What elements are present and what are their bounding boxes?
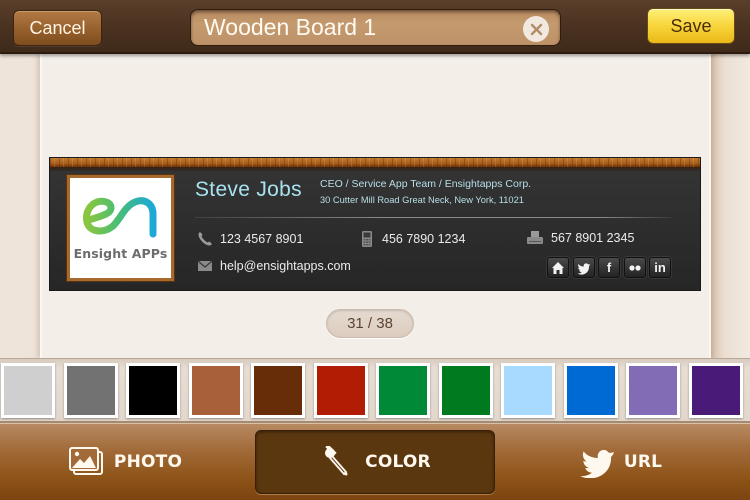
mobile-phone-icon	[362, 231, 372, 247]
twitter-link[interactable]	[572, 257, 595, 278]
card-divider	[195, 217, 671, 218]
color-swatch-purple[interactable]	[688, 363, 743, 418]
flickr-icon	[628, 264, 641, 271]
wood-strip	[50, 158, 700, 167]
page-counter: 31 / 38	[326, 309, 414, 338]
bottom-toolbar: PHOTO COLOR URL	[0, 423, 750, 500]
fax-number: 567 8901 2345	[551, 231, 635, 245]
top-navigation-bar: Cancel Save	[0, 0, 750, 54]
signature-card[interactable]: Ensight APPs Steve Jobs CEO / Service Ap…	[49, 157, 701, 291]
twitter-icon	[577, 262, 590, 275]
fax-entry: 567 8901 2345	[526, 230, 634, 246]
color-swatch-light-gray[interactable]	[1, 363, 55, 418]
contact-name: Steve Jobs	[195, 178, 302, 201]
color-tab[interactable]: COLOR	[255, 430, 495, 494]
job-title: CEO / Service App Team / Ensightapps Cor…	[320, 178, 532, 190]
color-swatch-black[interactable]	[126, 363, 180, 418]
color-swatch-bar	[0, 358, 750, 423]
home-link[interactable]	[547, 257, 569, 278]
page-background-right	[710, 54, 750, 358]
ensight-logo-icon	[83, 197, 157, 238]
home-icon	[552, 261, 564, 274]
logo-text: Ensight APPs	[73, 246, 168, 261]
url-tab-label: URL	[623, 452, 663, 472]
wood-strip-shadow	[50, 167, 700, 171]
fax-icon	[527, 231, 543, 244]
mobile-entry: 456 7890 1234	[359, 230, 465, 248]
color-swatch-lavender[interactable]	[626, 363, 680, 418]
photo-tab-label: PHOTO	[113, 452, 183, 472]
address: 30 Cutter Mill Road Great Neck, New York…	[320, 195, 524, 205]
phone-entry: 123 4567 8901	[197, 231, 303, 247]
color-swatch-green[interactable]	[376, 363, 430, 418]
color-swatch-brown[interactable]	[251, 363, 305, 418]
envelope-icon	[197, 260, 213, 271]
photo-tab[interactable]: PHOTO	[60, 430, 190, 494]
twitter-bird-icon	[579, 449, 614, 478]
photo-icon	[68, 447, 103, 475]
color-swatch-gray[interactable]	[63, 363, 118, 418]
board-title-field[interactable]	[190, 9, 561, 46]
color-swatch-blue[interactable]	[563, 363, 618, 418]
company-logo: Ensight APPs	[67, 175, 174, 281]
email-address: help@ensightapps.com	[220, 259, 351, 273]
color-swatch-red[interactable]	[313, 363, 368, 418]
color-swatch-dark-green[interactable]	[438, 363, 493, 418]
save-button[interactable]: Save	[647, 8, 735, 44]
board-title-input[interactable]	[204, 14, 514, 41]
close-icon	[530, 23, 542, 35]
flickr-link[interactable]	[623, 257, 646, 278]
url-tab[interactable]: URL	[570, 430, 670, 494]
linkedin-icon: in	[654, 260, 666, 275]
phone-icon	[198, 232, 212, 246]
color-tab-label: COLOR	[365, 452, 431, 472]
color-swatch-light-blue[interactable]	[501, 363, 555, 418]
facebook-icon: f	[606, 260, 612, 275]
email-entry: help@ensightapps.com	[197, 258, 351, 274]
social-links: f in	[547, 257, 671, 278]
color-swatch-sienna[interactable]	[188, 363, 243, 418]
mobile-number: 456 7890 1234	[382, 232, 466, 246]
eyedropper-icon	[325, 446, 348, 476]
linkedin-link[interactable]: in	[649, 257, 671, 278]
phone-number: 123 4567 8901	[220, 232, 304, 246]
clear-title-button[interactable]	[523, 16, 549, 42]
facebook-link[interactable]: f	[598, 257, 620, 278]
cancel-button[interactable]: Cancel	[13, 10, 102, 46]
